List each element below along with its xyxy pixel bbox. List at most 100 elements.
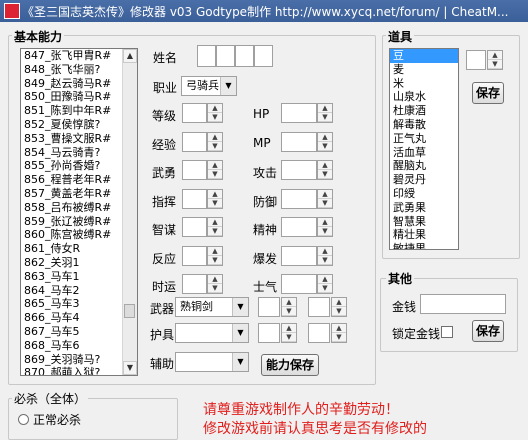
- chevron-down-icon[interactable]: ▼: [232, 324, 248, 342]
- items-list-item[interactable]: 麦: [390, 63, 458, 77]
- level-spinner[interactable]: ▲ ▼: [207, 103, 223, 123]
- hp-field[interactable]: [281, 103, 317, 123]
- wisdom-field[interactable]: [182, 217, 207, 237]
- armor-attr-1-spinner[interactable]: ▲ ▼: [281, 323, 297, 343]
- general-list-item[interactable]: 863_马车1: [21, 270, 137, 284]
- items-list-item[interactable]: 山泉水: [390, 90, 458, 104]
- weapon-select[interactable]: 熟铜剑 ▼: [175, 297, 249, 317]
- general-list-item[interactable]: 850_田豫骑马R#: [21, 90, 137, 104]
- name-char-3[interactable]: [235, 45, 254, 67]
- chevron-down-icon[interactable]: ▼: [232, 353, 248, 371]
- general-list-item[interactable]: 865_马车3: [21, 297, 137, 311]
- general-list-item[interactable]: 852_夏侯惇膑?: [21, 118, 137, 132]
- might-spinner[interactable]: ▲ ▼: [207, 160, 223, 180]
- general-list-item[interactable]: 866_马车4: [21, 311, 137, 325]
- chevron-down-icon[interactable]: ▼: [232, 298, 248, 316]
- command-spinner[interactable]: ▲ ▼: [207, 188, 223, 209]
- general-list-item[interactable]: 855_孙尚香婚?: [21, 159, 137, 173]
- hp-spinner[interactable]: ▲ ▼: [317, 103, 333, 123]
- items-list-item[interactable]: 豆: [390, 49, 458, 63]
- gold-field[interactable]: [420, 294, 506, 314]
- exp-field[interactable]: [182, 131, 207, 152]
- general-list-item[interactable]: 857_黄盖老年R#: [21, 187, 137, 201]
- general-list[interactable]: 847_张飞甲胄R# 848_张飞华丽? 849_赵云骑马R# 850_田豫骑马R# 8…: [20, 48, 138, 376]
- general-list-item[interactable]: 851_陈到中年R#: [21, 104, 137, 118]
- normal-kill-radio[interactable]: [18, 414, 29, 425]
- items-list-item[interactable]: 解毒散: [390, 118, 458, 132]
- items-list-item[interactable]: 碧灵丹: [390, 173, 458, 187]
- items-list-item[interactable]: 米: [390, 77, 458, 91]
- scroll-up-icon[interactable]: ▲: [123, 49, 137, 63]
- armor-attr-2-field[interactable]: [308, 323, 330, 343]
- items-list-item[interactable]: 醒脑丸: [390, 159, 458, 173]
- save-gold-button[interactable]: 保存: [472, 320, 504, 342]
- morale-field[interactable]: [281, 274, 317, 294]
- items-list-item[interactable]: 正气丸: [390, 132, 458, 146]
- lock-gold-checkbox[interactable]: [441, 326, 453, 338]
- scroll-down-icon[interactable]: ▼: [123, 361, 137, 375]
- general-list-item[interactable]: 868_马车6: [21, 339, 137, 353]
- reaction-spinner[interactable]: ▲ ▼: [207, 245, 223, 266]
- item-quantity-field[interactable]: [466, 50, 486, 70]
- general-list-item[interactable]: 861_侍女R: [21, 242, 137, 256]
- luck-spinner[interactable]: ▲ ▼: [207, 274, 223, 294]
- aux-select[interactable]: ▼: [175, 352, 249, 372]
- might-field[interactable]: [182, 160, 207, 180]
- weapon-attr-1-field[interactable]: [258, 297, 280, 317]
- spirit-field[interactable]: [281, 217, 317, 237]
- items-list-item[interactable]: 武勇果: [390, 201, 458, 215]
- scroll-thumb[interactable]: [124, 304, 135, 318]
- chevron-down-icon[interactable]: ▼: [220, 77, 236, 95]
- general-list-item[interactable]: 862_关羽1: [21, 256, 137, 270]
- items-list-item[interactable]: 印綬: [390, 187, 458, 201]
- name-char-2[interactable]: [216, 45, 235, 67]
- reaction-field[interactable]: [182, 245, 207, 266]
- armor-select[interactable]: ▼: [175, 323, 249, 343]
- mp-spinner[interactable]: ▲ ▼: [317, 131, 333, 152]
- burst-spinner[interactable]: ▲ ▼: [317, 245, 333, 266]
- general-list-item[interactable]: 870_郝萌入狱?: [21, 366, 137, 375]
- items-list-item[interactable]: 杜康酒: [390, 104, 458, 118]
- attack-field[interactable]: [281, 160, 317, 180]
- burst-field[interactable]: [281, 245, 317, 266]
- general-list-item[interactable]: 854_马云骑青?: [21, 146, 137, 160]
- name-char-4[interactable]: [254, 45, 273, 67]
- general-list-item[interactable]: 860_陈宫被缚R#: [21, 228, 137, 242]
- exp-spinner[interactable]: ▲ ▼: [207, 131, 223, 152]
- wisdom-spinner[interactable]: ▲ ▼: [207, 217, 223, 237]
- weapon-attr-2-spinner[interactable]: ▲ ▼: [331, 297, 347, 317]
- general-list-item[interactable]: 848_张飞华丽?: [21, 63, 137, 77]
- save-ability-button[interactable]: 能力保存: [261, 354, 319, 376]
- mp-field[interactable]: [281, 131, 317, 152]
- command-field[interactable]: [182, 188, 207, 209]
- luck-field[interactable]: [182, 274, 207, 294]
- general-list-item[interactable]: 856_程普老年R#: [21, 173, 137, 187]
- save-items-button[interactable]: 保存: [472, 82, 504, 104]
- items-list[interactable]: 豆麦米山泉水 杜康酒 解毒散 正气丸 活血草 醒脑丸 碧灵丹 印綬 武勇果 智慧果 精壮果 敏捷果: [389, 48, 459, 250]
- general-list-item[interactable]: 859_张辽被缚R#: [21, 215, 137, 229]
- attack-spinner[interactable]: ▲ ▼: [317, 160, 333, 180]
- level-field[interactable]: [182, 103, 207, 123]
- job-select[interactable]: 弓骑兵 ▼: [181, 76, 237, 96]
- item-quantity-spinner[interactable]: ▲ ▼: [487, 50, 503, 70]
- name-char-1[interactable]: [197, 45, 216, 67]
- items-list-item[interactable]: 智慧果: [390, 215, 458, 229]
- general-list-item[interactable]: 858_吕布被缚R#: [21, 201, 137, 215]
- general-list-item[interactable]: 869_关羽骑马?: [21, 353, 137, 367]
- general-list-item[interactable]: 847_张飞甲胄R#: [21, 49, 137, 63]
- morale-spinner[interactable]: ▲ ▼: [317, 274, 333, 294]
- general-list-item[interactable]: 867_马车5: [21, 325, 137, 339]
- general-list-item[interactable]: 849_赵云骑马R#: [21, 77, 137, 91]
- weapon-attr-1-spinner[interactable]: ▲ ▼: [281, 297, 297, 317]
- armor-attr-1-field[interactable]: [258, 323, 280, 343]
- items-list-item[interactable]: 精壮果: [390, 228, 458, 242]
- general-list-item[interactable]: 864_马车2: [21, 284, 137, 298]
- defense-spinner[interactable]: ▲ ▼: [317, 188, 333, 209]
- weapon-attr-2-field[interactable]: [308, 297, 330, 317]
- defense-field[interactable]: [281, 188, 317, 209]
- general-list-scrollbar[interactable]: ▲ ▼: [122, 49, 137, 375]
- general-list-item[interactable]: 853_曹操文服R#: [21, 132, 137, 146]
- items-list-item[interactable]: 敏捷果: [390, 242, 458, 249]
- armor-attr-2-spinner[interactable]: ▲ ▼: [331, 323, 347, 343]
- spirit-spinner[interactable]: ▲ ▼: [317, 217, 333, 237]
